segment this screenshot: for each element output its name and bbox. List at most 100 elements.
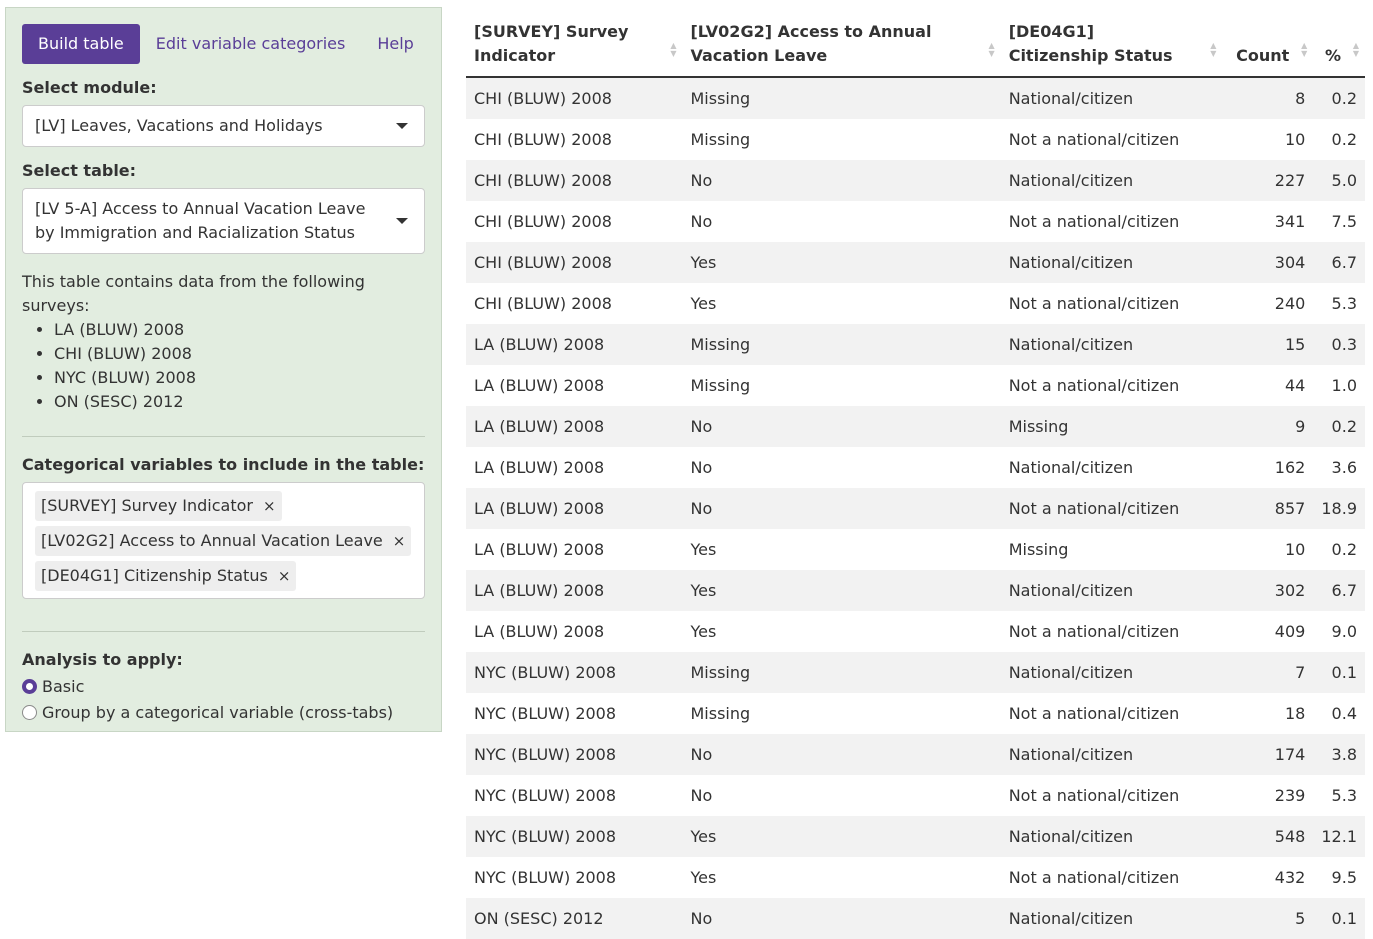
remove-chip-icon[interactable]: ×: [393, 532, 406, 550]
cell-vacation-leave: Yes: [682, 570, 1001, 611]
module-label: Select module:: [22, 78, 157, 97]
survey-list-item: LA (BLUW) 2008: [54, 318, 425, 342]
cell-citizenship: National/citizen: [1008, 458, 1134, 477]
cell-vacation-leave: No: [682, 488, 1001, 529]
variable-chip-label: [DE04G1] Citizenship Status: [41, 566, 268, 585]
cell-citizenship: Missing: [1000, 406, 1223, 447]
cell-survey: NYC (BLUW) 2008: [466, 816, 683, 857]
cell-citizenship: Not a national/citizen: [1008, 704, 1180, 723]
cell-count: 18: [1284, 704, 1306, 723]
tab-build-table[interactable]: Build table: [22, 24, 140, 64]
cell-survey: CHI (BLUW) 2008: [466, 77, 683, 119]
table-select[interactable]: [LV 5-A] Access to Annual Vacation Leave…: [22, 188, 425, 254]
sort-icon[interactable]: ▲ ▼: [1301, 42, 1307, 58]
variable-chip[interactable]: [LV02G2] Access to Annual Vacation Leave…: [35, 526, 412, 556]
cell-survey: CHI (BLUW) 2008: [474, 294, 612, 313]
variable-chip-label: [SURVEY] Survey Indicator: [41, 496, 253, 515]
cell-percent: 5.3: [1331, 786, 1357, 805]
cell-count: 174: [1222, 734, 1314, 775]
cell-count: 8: [1222, 77, 1314, 119]
table-row: LA (BLUW) 2008 No Missing 9 0.2: [466, 406, 1365, 447]
cell-citizenship: National/citizen: [1000, 242, 1223, 283]
cell-percent: 3.8: [1313, 734, 1365, 775]
cell-survey: CHI (BLUW) 2008: [474, 212, 612, 231]
survey-list: LA (BLUW) 2008 CHI (BLUW) 2008 NYC (BLUW…: [22, 318, 425, 414]
cell-count: 10: [1284, 540, 1306, 559]
column-header-survey[interactable]: [SURVEY] Survey Indicator ▲ ▼: [466, 16, 683, 78]
table-row: CHI (BLUW) 2008 No Not a national/citizen 3…: [466, 201, 1365, 242]
cell-vacation-leave: Missing: [682, 77, 1001, 119]
column-header-count[interactable]: Count ▲ ▼: [1222, 16, 1314, 78]
cell-percent: 5.3: [1331, 294, 1357, 313]
table-row: NYC (BLUW) 2008 Missing Not a national/cit…: [466, 693, 1365, 734]
cell-vacation-leave: Yes: [682, 816, 1001, 857]
analysis-option-basic[interactable]: Basic: [22, 673, 425, 699]
cell-survey: CHI (BLUW) 2008: [474, 130, 612, 149]
column-header-vacation-leave[interactable]: [LV02G2] Access to Annual Vacation Leave…: [682, 16, 1001, 78]
cell-count: 304: [1222, 242, 1314, 283]
radio-unselected-icon[interactable]: [22, 704, 37, 720]
variable-chip[interactable]: [SURVEY] Survey Indicator ×: [35, 491, 282, 521]
remove-chip-icon[interactable]: ×: [263, 497, 276, 515]
cell-survey: ON (SESC) 2012: [466, 898, 683, 939]
variables-multiselect[interactable]: [SURVEY] Survey Indicator × [LV02G2] Acce…: [22, 482, 425, 599]
sort-icon[interactable]: ▲ ▼: [1353, 42, 1359, 58]
sort-icon[interactable]: ▲ ▼: [670, 42, 676, 58]
variable-chip[interactable]: [DE04G1] Citizenship Status ×: [35, 561, 297, 591]
chevron-down-icon: [396, 218, 408, 224]
cell-citizenship: National/citizen: [1000, 734, 1223, 775]
cell-percent: 0.2: [1313, 77, 1365, 119]
cell-count: 7: [1222, 652, 1314, 693]
variable-chip-label: [LV02G2] Access to Annual Vacation Leave: [41, 531, 383, 550]
cell-vacation-leave: No: [682, 160, 1001, 201]
cell-count: 302: [1222, 570, 1314, 611]
table-label: Select table:: [22, 161, 137, 180]
cell-citizenship: Not a national/citizen: [1008, 212, 1180, 231]
table-row: NYC (BLUW) 2008 Yes National/citizen 548 12.…: [466, 816, 1365, 857]
cell-vacation-leave: No: [682, 898, 1001, 939]
cell-citizenship: Missing: [1008, 540, 1069, 559]
analysis-option-cross-tabs[interactable]: Group by a categorical variable (cross-t…: [22, 699, 425, 725]
sort-icon[interactable]: ▲ ▼: [1210, 42, 1216, 58]
cell-survey: LA (BLUW) 2008: [466, 570, 683, 611]
tab-help[interactable]: Help: [361, 24, 429, 64]
cell-vacation-leave: Missing: [682, 652, 1001, 693]
radio-selected-icon[interactable]: [22, 678, 37, 694]
cell-percent: 0.2: [1313, 406, 1365, 447]
table-row: LA (BLUW) 2008 Yes Not a national/citizen 4…: [466, 611, 1365, 652]
column-header-percent[interactable]: % ▲ ▼: [1313, 16, 1365, 78]
variables-label: Categorical variables to include in the …: [22, 455, 425, 474]
cell-count: 227: [1222, 160, 1314, 201]
column-header-label: [LV02G2] Access to Annual Vacation Leave: [690, 22, 932, 65]
cell-count: 432: [1274, 868, 1306, 887]
cell-citizenship: Not a national/citizen: [1008, 622, 1180, 641]
results-table: [SURVEY] Survey Indicator ▲ ▼ [LV02G2] Ac…: [466, 16, 1365, 939]
cell-vacation-leave: No: [690, 786, 713, 805]
analysis-label: Analysis to apply:: [22, 650, 183, 669]
module-select[interactable]: [LV] Leaves, Vacations and Holidays: [22, 105, 425, 147]
cell-vacation-leave: Missing: [690, 704, 751, 723]
table-row: CHI (BLUW) 2008 Missing Not a national/cit…: [466, 119, 1365, 160]
column-header-citizenship[interactable]: [DE04G1] Citizenship Status ▲ ▼: [1000, 16, 1223, 78]
cell-citizenship: National/citizen: [1000, 898, 1223, 939]
tab-edit-variable-categories[interactable]: Edit variable categories: [140, 24, 362, 64]
table-row: CHI (BLUW) 2008 Yes Not a national/citizen…: [466, 283, 1365, 324]
tab-bar: Build table Edit variable categories Hel…: [22, 24, 425, 64]
sort-icon[interactable]: ▲ ▼: [989, 42, 995, 58]
chevron-down-icon: [396, 123, 408, 129]
cell-percent: 6.7: [1313, 570, 1365, 611]
survey-info: This table contains data from the follow…: [22, 270, 425, 414]
table-row: LA (BLUW) 2008 Missing Not a national/citi…: [466, 365, 1365, 406]
cell-percent: 12.1: [1313, 816, 1365, 857]
cell-percent: 18.9: [1313, 488, 1365, 529]
table-row: NYC (BLUW) 2008 Yes Not a national/citizen…: [466, 857, 1365, 898]
cell-percent: 9.5: [1331, 868, 1357, 887]
cell-count: 239: [1274, 786, 1306, 805]
cell-percent: 0.3: [1313, 324, 1365, 365]
cell-percent: 5.0: [1313, 160, 1365, 201]
survey-list-item: CHI (BLUW) 2008: [54, 342, 425, 366]
cell-citizenship: Not a national/citizen: [1008, 294, 1180, 313]
cell-survey: LA (BLUW) 2008: [466, 488, 683, 529]
table-header-row: [SURVEY] Survey Indicator ▲ ▼ [LV02G2] Ac…: [466, 16, 1365, 78]
remove-chip-icon[interactable]: ×: [278, 567, 291, 585]
